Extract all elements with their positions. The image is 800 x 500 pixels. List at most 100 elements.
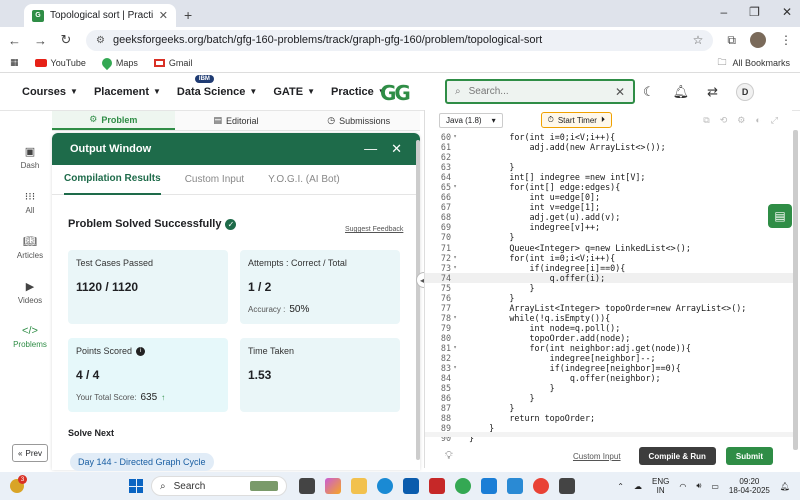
tab-problem[interactable]: ⚙ Problem	[52, 111, 175, 130]
copilot-icon[interactable]	[325, 478, 341, 494]
code-line[interactable]: 73 ▾ if(indegree[i]==0){	[425, 263, 793, 273]
volume-icon[interactable]: 🔊︎	[696, 481, 701, 491]
window-close-icon[interactable]: ✕	[782, 5, 792, 19]
chrome-active-icon[interactable]	[533, 478, 549, 494]
code-line[interactable]: 81 ▾ for(int neighbor:adj.get(node)){	[425, 343, 793, 353]
fold-icon[interactable]: ▾	[451, 343, 459, 353]
tab-submissions[interactable]: ◷ Submissions	[297, 111, 420, 130]
code-line[interactable]: 82 indegree[neighbor]--;	[425, 353, 793, 363]
suggest-feedback-link[interactable]: Suggest Feedback	[345, 226, 403, 233]
sidebar-item-all[interactable]: ⁝⁝⁝ All	[25, 190, 36, 215]
code-line[interactable]: 60 ▾ for(int i=0;i<V;i++){	[425, 132, 793, 142]
menu-courses[interactable]: Courses ▼	[22, 86, 78, 98]
code-line[interactable]: 77 ArrayList<Integer> topoOrder=new Arra…	[425, 303, 793, 313]
code-line[interactable]: 61 adj.add(new ArrayList<>());	[425, 142, 793, 152]
code-line[interactable]: 69 indegree[v]++;	[425, 222, 793, 232]
code-line[interactable]: 65 ▾ for(int[] edge:edges){	[425, 182, 793, 192]
mcafee-icon[interactable]	[429, 478, 445, 494]
store-icon[interactable]	[403, 478, 419, 494]
sidebar-item-videos[interactable]: ▶ Videos	[18, 280, 42, 305]
cloud-icon[interactable]: ☁	[634, 482, 642, 491]
bookmark-youtube[interactable]: YouTube	[34, 58, 86, 68]
sidebar-item-problems[interactable]: </> Problems	[13, 325, 47, 349]
compile-run-button[interactable]: Compile & Run	[638, 447, 716, 465]
close-output-icon[interactable]: ✕	[391, 141, 402, 157]
fold-icon[interactable]: ▾	[451, 182, 459, 192]
notification-bell-icon[interactable]: 🔔︎	[673, 84, 690, 100]
custom-input-link[interactable]: Custom Input	[573, 452, 621, 461]
minimize-output-icon[interactable]: —	[364, 141, 377, 157]
code-line[interactable]: 75 }	[425, 283, 793, 293]
fold-icon[interactable]: ▾	[451, 363, 459, 373]
menu-icon[interactable]: ⋮	[780, 33, 792, 47]
fold-icon[interactable]: ▾	[451, 132, 459, 142]
right-scrollbar[interactable]	[793, 130, 798, 450]
menu-gate[interactable]: GATE ▼	[273, 86, 315, 98]
profile-avatar[interactable]	[750, 32, 766, 48]
fold-icon[interactable]: ▾	[451, 253, 459, 263]
settings-icon[interactable]: ⚙	[737, 115, 745, 126]
info-icon[interactable]: i	[136, 346, 146, 356]
language-indicator[interactable]: ENG IN	[652, 477, 669, 495]
windows-start-icon[interactable]	[129, 479, 143, 493]
code-area[interactable]: 60 ▾ for(int i=0;i<V;i++){61 adj.add(new …	[425, 132, 793, 443]
code-line[interactable]: 86 }	[425, 393, 793, 403]
site-info-icon[interactable]: ⚙	[96, 35, 105, 46]
translate-icon[interactable]: ⇄	[707, 84, 718, 100]
clock[interactable]: 09:20 18-04-2025	[729, 477, 770, 495]
theme-icon[interactable]: ◐	[755, 115, 760, 126]
left-scrollbar[interactable]	[416, 140, 420, 460]
code-line[interactable]: 83 ▾ if(indegree[neighbor]==0){	[425, 363, 793, 373]
language-select[interactable]: Java (1.8) ▾	[439, 112, 503, 128]
edge-icon[interactable]	[377, 478, 393, 494]
new-tab-icon[interactable]: +	[184, 7, 192, 23]
extensions-icon[interactable]: ⧉	[727, 33, 736, 48]
code-line[interactable]: 85 }	[425, 383, 793, 393]
fullscreen-icon[interactable]: ⤢	[771, 115, 778, 126]
sidebar-item-dash[interactable]: ▣ Dash	[21, 145, 40, 170]
gfg-logo[interactable]: GG	[380, 81, 411, 105]
code-line[interactable]: 64 int[] indegree =new int[V];	[425, 172, 793, 182]
search-input[interactable]: ⌕ Search... ✕	[445, 79, 635, 104]
all-bookmarks[interactable]: 🗀 All Bookmarks	[717, 55, 790, 71]
code-line[interactable]: 62	[425, 152, 793, 162]
code-line[interactable]: 80 topoOrder.add(node);	[425, 333, 793, 343]
battery-icon[interactable]: ▭	[711, 482, 719, 491]
apps-grid-icon[interactable]: ▦	[10, 57, 19, 68]
reload-icon[interactable]: ↻	[60, 32, 72, 48]
chat-icon[interactable]: ▤	[768, 204, 792, 228]
code-line[interactable]: 74 q.offer(i);	[425, 272, 793, 283]
menu-data-science[interactable]: IBM Data Science ▼	[177, 74, 257, 98]
copy-icon[interactable]: ⧉	[703, 115, 709, 126]
file-explorer-icon[interactable]	[351, 478, 367, 494]
dark-mode-icon[interactable]: ☾	[643, 84, 655, 100]
menu-placement[interactable]: Placement ▼	[94, 86, 161, 98]
code-line[interactable]: 88 return topoOrder;	[425, 413, 793, 423]
minimize-icon[interactable]: –	[720, 5, 727, 19]
wifi-icon[interactable]: ◠	[679, 482, 686, 491]
prev-button[interactable]: «Prev	[12, 444, 48, 462]
fold-icon[interactable]: ▾	[451, 263, 459, 273]
code-line[interactable]: 76 }	[425, 293, 793, 303]
clear-search-icon[interactable]: ✕	[615, 85, 625, 99]
terminal-icon[interactable]	[559, 478, 575, 494]
code-line[interactable]: 78 ▾ while(!q.isEmpty()){	[425, 313, 793, 323]
taskbar-search[interactable]: ⌕ Search	[151, 476, 287, 496]
chrome-icon[interactable]	[455, 478, 471, 494]
lightbulb-icon[interactable]: 💡︎	[445, 450, 453, 463]
tray-chevron-icon[interactable]: ⌃	[617, 482, 624, 491]
bookmark-gmail[interactable]: Gmail	[153, 58, 192, 68]
next-problem-chip[interactable]: Day 144 - Directed Graph Cycle	[70, 453, 214, 471]
code-line[interactable]: 67 int v=edge[1];	[425, 202, 793, 212]
code-line[interactable]: 87 }	[425, 403, 793, 413]
code-line[interactable]: 68 adj.get(u).add(v);	[425, 212, 793, 222]
tab-custom-input[interactable]: Custom Input	[185, 174, 244, 185]
url-field[interactable]: ⚙ geeksforgeeks.org/batch/gfg-160-proble…	[86, 29, 714, 51]
back-icon[interactable]: ←	[8, 33, 21, 48]
reset-icon[interactable]: ⟲	[720, 115, 728, 126]
notification-icon[interactable]: 🔔︎	[780, 482, 790, 491]
task-view-icon[interactable]	[299, 478, 315, 494]
code-line[interactable]: 79 int node=q.poll();	[425, 323, 793, 333]
submit-button[interactable]: Submit	[725, 447, 773, 465]
close-tab-icon[interactable]: ✕	[159, 9, 168, 22]
